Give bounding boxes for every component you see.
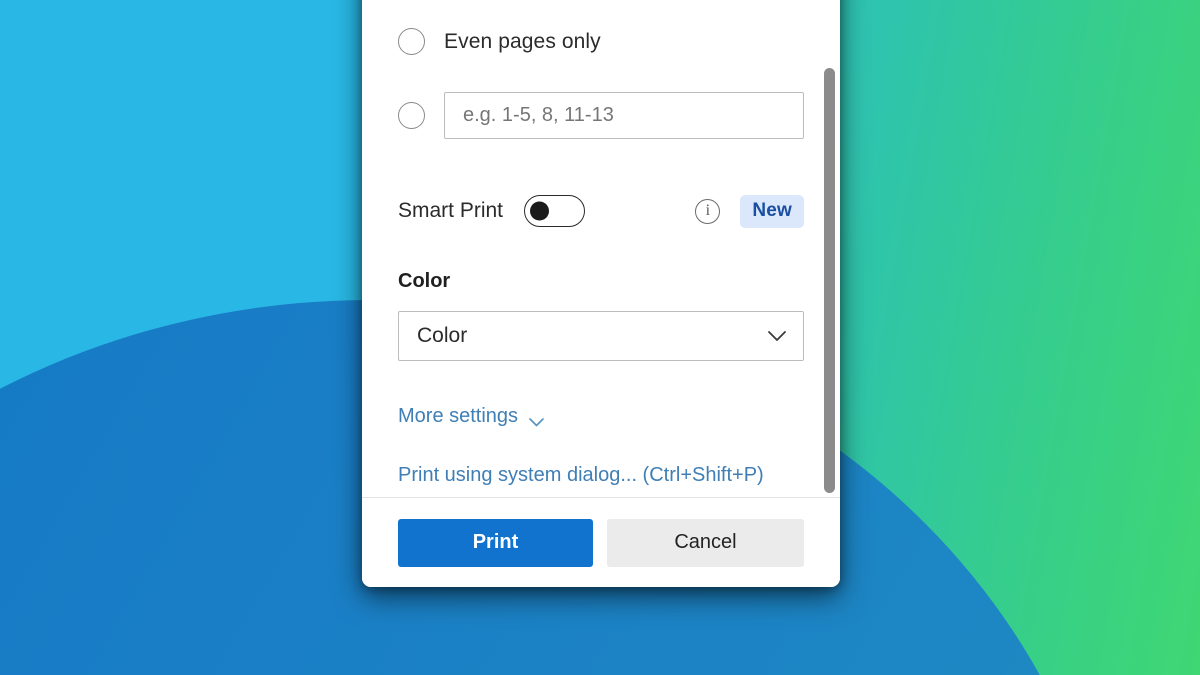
info-icon[interactable]: i [695, 198, 721, 224]
scrollbar-track[interactable] [822, 0, 837, 497]
even-pages-only-option[interactable]: Even pages only [398, 28, 804, 55]
dialog-footer: Print Cancel [362, 497, 840, 587]
print-button[interactable]: Print [398, 518, 593, 567]
smart-print-row: Smart Print i New [398, 194, 804, 228]
even-pages-only-label: Even pages only [444, 29, 601, 53]
toggle-knob [530, 201, 550, 221]
system-dialog-row: Print using system dialog... (Ctrl+Shift… [398, 464, 804, 487]
radio-custom-page-range[interactable] [398, 102, 425, 129]
print-settings-scroll-area[interactable]: Even pages only Smart Print i New Color … [362, 0, 840, 497]
color-section-heading: Color [398, 270, 451, 292]
print-using-system-dialog-link[interactable]: Print using system dialog... (Ctrl+Shift… [398, 464, 764, 487]
print-preview-dialog: Even pages only Smart Print i New Color … [362, 0, 840, 587]
more-settings-link[interactable]: More settings [398, 405, 545, 428]
color-select-value: Color [417, 324, 468, 347]
smart-print-label: Smart Print [398, 199, 504, 222]
scrollbar-thumb[interactable] [824, 68, 835, 493]
cancel-button[interactable]: Cancel [607, 518, 804, 567]
new-badge: New [740, 194, 804, 228]
color-select[interactable]: Color [398, 311, 804, 361]
more-settings-row: More settings [398, 405, 804, 428]
chevron-down-icon [767, 330, 787, 342]
custom-page-range-input[interactable] [463, 104, 785, 127]
smart-print-toggle[interactable] [524, 195, 586, 227]
chevron-down-icon-more-settings [528, 411, 545, 427]
custom-page-range-option[interactable] [398, 92, 804, 139]
more-settings-label: More settings [398, 405, 519, 427]
radio-even-pages-only[interactable] [398, 28, 425, 55]
custom-page-range-field[interactable] [444, 92, 804, 139]
